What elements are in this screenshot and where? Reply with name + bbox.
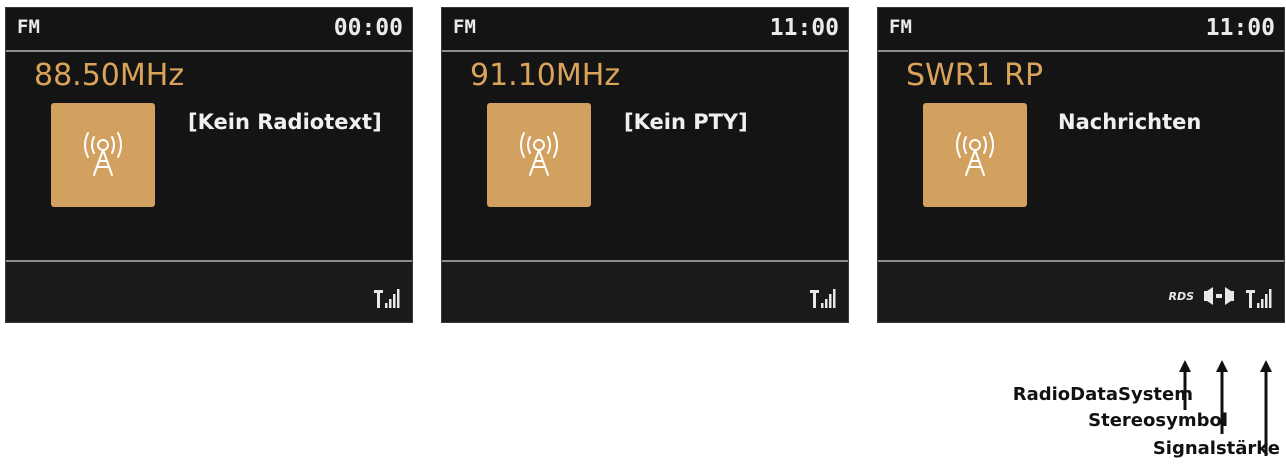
legend-rds: RadioDataSystem xyxy=(1012,384,1193,405)
radiotext: [Kein PTY] xyxy=(624,110,748,134)
clock: 00:00 xyxy=(333,15,403,41)
radio-tower-icon xyxy=(956,132,994,176)
station-frequency: 91.10MHz xyxy=(470,58,621,93)
signal-strength-icon xyxy=(1246,289,1272,308)
status-bar: RDS xyxy=(878,260,1284,322)
rds-indicator: RDS xyxy=(1168,290,1194,303)
mode-label: FM xyxy=(889,16,912,38)
clock: 11:00 xyxy=(1205,15,1275,41)
status-bar xyxy=(442,260,848,322)
mode-label: FM xyxy=(17,16,40,38)
station-artwork xyxy=(923,103,1027,207)
radio-display-1: FM 00:00 88.50MHz [Kein Radiotext] xyxy=(5,7,413,323)
station-name: SWR1 RP xyxy=(906,58,1044,93)
clock: 11:00 xyxy=(769,15,839,41)
station-artwork xyxy=(51,103,155,207)
display-header: FM 00:00 xyxy=(6,8,412,52)
station-frequency: 88.50MHz xyxy=(34,58,185,93)
radiotext: Nachrichten xyxy=(1058,110,1202,134)
radiotext: [Kein Radiotext] xyxy=(188,110,382,134)
station-artwork xyxy=(487,103,591,207)
mode-label: FM xyxy=(453,16,476,38)
legend-stereo: Stereosymbol xyxy=(1088,410,1228,431)
display-header: FM 11:00 xyxy=(878,8,1284,52)
radio-display-2: FM 11:00 91.10MHz [Kein PTY] xyxy=(441,7,849,323)
radio-tower-icon xyxy=(84,132,122,176)
legend-signal: Signalstärke xyxy=(1152,438,1280,459)
signal-strength-icon xyxy=(374,289,400,308)
radio-display-3: FM 11:00 SWR1 RP Nachrichten RDS xyxy=(877,7,1285,323)
stereo-icon xyxy=(1204,287,1234,305)
signal-strength-icon xyxy=(810,289,836,308)
status-bar xyxy=(6,260,412,322)
radio-tower-icon xyxy=(520,132,558,176)
display-header: FM 11:00 xyxy=(442,8,848,52)
